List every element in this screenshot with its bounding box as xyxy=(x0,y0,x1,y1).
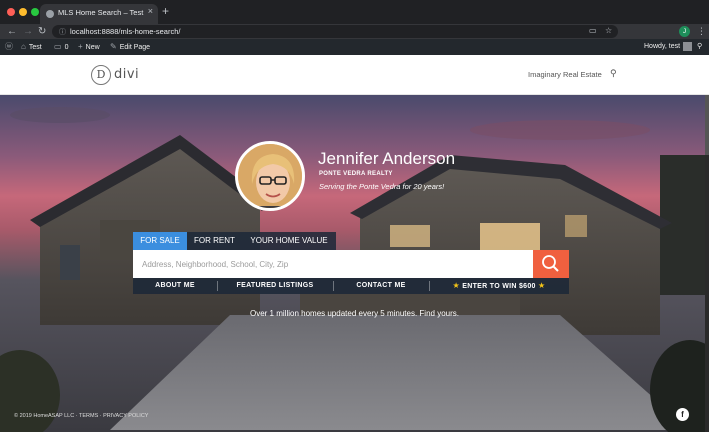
browser-tab[interactable]: MLS Home Search – Test × xyxy=(40,4,158,24)
admin-search-icon[interactable]: ⚲ xyxy=(697,39,702,55)
search-icon xyxy=(542,255,559,272)
account-menu[interactable]: Howdy, test xyxy=(644,39,693,55)
favicon-icon xyxy=(46,10,54,18)
reload-icon[interactable]: ↻ xyxy=(38,25,46,38)
profile-avatar[interactable]: J xyxy=(679,26,690,37)
pencil-icon: ✎ xyxy=(110,42,117,51)
admin-site-link[interactable]: ⌂ Test xyxy=(21,39,42,55)
logo-text[interactable]: divi xyxy=(114,67,139,82)
home-icon: ⌂ xyxy=(21,42,26,51)
nav-enter-to-win[interactable]: ★ ENTER TO WIN $600 ★ xyxy=(429,278,569,294)
scrollbar-thumb[interactable] xyxy=(705,95,709,155)
admin-site-name: Test xyxy=(28,44,42,51)
tab-for-rent[interactable]: FOR RENT xyxy=(187,232,242,250)
browser-tab-bar: MLS Home Search – Test × + xyxy=(0,0,709,24)
hero-section: Jennifer Anderson PONTE VEDRA REALTY Ser… xyxy=(0,95,709,432)
comments-count: 0 xyxy=(64,44,69,51)
close-window-button[interactable] xyxy=(7,8,15,16)
url-text[interactable]: localhost:8888/mls-home-search/ xyxy=(70,27,180,36)
new-tab-button[interactable]: + xyxy=(162,5,169,17)
search-bar xyxy=(133,250,533,278)
agent-tagline: Serving the Ponte Vedra for 20 years! xyxy=(319,182,445,191)
wp-admin-bar: ⓦ ⌂ Test ▭ 0 + New ✎ Edit Page Howdy, test ⚲ xyxy=(0,39,709,55)
close-tab-icon[interactable]: × xyxy=(148,7,153,16)
enter-to-win-label: ENTER TO WIN $600 xyxy=(462,283,536,290)
browser-menu-icon[interactable]: ⋮ xyxy=(697,25,706,38)
tab-for-sale[interactable]: FOR SALE xyxy=(133,232,187,250)
search-button[interactable] xyxy=(533,250,569,278)
maximize-window-button[interactable] xyxy=(31,8,39,16)
user-avatar xyxy=(683,41,693,51)
plus-icon: + xyxy=(78,42,83,51)
cast-icon[interactable]: ▭ xyxy=(589,26,597,35)
edit-page-link[interactable]: ✎ Edit Page xyxy=(110,39,150,55)
tab-title: MLS Home Search – Test xyxy=(58,8,144,17)
bookmark-star-icon[interactable]: ☆ xyxy=(605,26,612,35)
minimize-window-button[interactable] xyxy=(19,8,27,16)
sub-navigation: ABOUT ME FEATURED LISTINGS CONTACT ME ★ … xyxy=(133,278,569,294)
nav-featured-listings[interactable]: FEATURED LISTINGS xyxy=(217,278,333,294)
tab-your-home-value[interactable]: YOUR HOME VALUE xyxy=(242,232,336,250)
new-content-link[interactable]: + New xyxy=(78,39,100,55)
info-icon[interactable]: ⓘ xyxy=(59,27,66,37)
nav-link-imaginary-real-estate[interactable]: Imaginary Real Estate xyxy=(528,70,602,79)
hero-subtext: Over 1 million homes updated every 5 min… xyxy=(250,309,459,318)
browser-toolbar: ← → ↻ ⓘ localhost:8888/mls-home-search/ … xyxy=(0,24,709,39)
comment-icon: ▭ xyxy=(54,42,62,51)
footer-copyright[interactable]: © 2019 HomeASAP LLC · TERMS · PRIVACY PO… xyxy=(14,413,148,419)
new-label: New xyxy=(85,44,100,51)
facebook-icon[interactable]: f xyxy=(676,408,689,421)
nav-about-me[interactable]: ABOUT ME xyxy=(133,278,217,294)
back-icon[interactable]: ← xyxy=(7,25,17,38)
logo-mark[interactable]: D xyxy=(91,65,111,85)
greeting-text: Howdy, test xyxy=(644,43,681,50)
comments-link[interactable]: ▭ 0 xyxy=(54,39,68,55)
agent-company: PONTE VEDRA REALTY xyxy=(319,171,393,177)
address-bar[interactable]: ⓘ localhost:8888/mls-home-search/ ▭ ☆ xyxy=(52,25,618,38)
agent-avatar xyxy=(235,141,305,211)
search-input[interactable] xyxy=(142,250,522,278)
forward-icon[interactable]: → xyxy=(23,25,33,38)
edit-page-label: Edit Page xyxy=(119,44,151,51)
nav-contact-me[interactable]: CONTACT ME xyxy=(333,278,429,294)
agent-name: Jennifer Anderson xyxy=(318,149,456,168)
star-icon: ★ xyxy=(452,281,461,290)
site-search-icon[interactable]: ⚲ xyxy=(610,68,617,79)
site-header: D divi Imaginary Real Estate ⚲ xyxy=(0,55,709,95)
wordpress-logo-icon[interactable]: ⓦ xyxy=(5,39,16,55)
star-icon: ★ xyxy=(537,281,546,290)
